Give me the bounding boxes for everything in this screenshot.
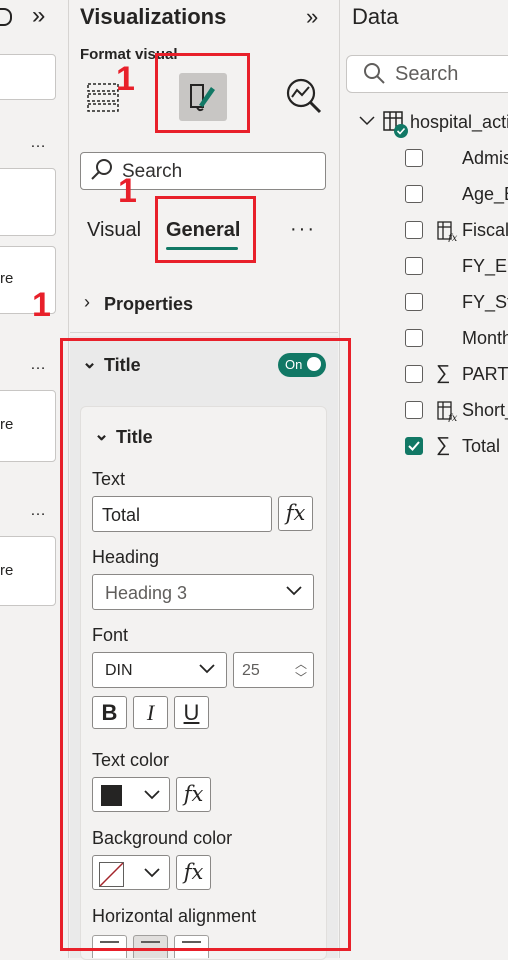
more-options-icon[interactable]: ··· [290, 218, 316, 241]
annotation-highlight-box [155, 196, 256, 263]
field-checkbox-checked[interactable] [405, 437, 423, 455]
divider [70, 332, 338, 333]
data-pane [340, 0, 508, 958]
field-name[interactable]: FY_En [462, 256, 508, 277]
field-name[interactable]: PARTY [462, 364, 508, 385]
field-name[interactable]: Total [462, 436, 500, 457]
eye-icon[interactable] [0, 8, 12, 26]
field-checkbox[interactable] [405, 149, 423, 167]
field-name[interactable]: FY_Sta [462, 292, 508, 313]
more-options-icon[interactable]: … [30, 134, 47, 152]
field-checkbox[interactable] [405, 365, 423, 383]
annotation-number: 1 [118, 172, 137, 210]
analytics-magnifier-icon[interactable] [280, 72, 328, 120]
properties-label: Properties [104, 294, 194, 314]
expand-chevron-icon[interactable]: » [32, 2, 45, 30]
filter-card[interactable] [0, 168, 56, 236]
field-name[interactable]: Admis [462, 148, 508, 169]
annotation-highlight-box [155, 53, 250, 133]
field-checkbox[interactable] [405, 329, 423, 347]
field-checkbox[interactable] [405, 401, 423, 419]
pane-title: Data [352, 4, 399, 29]
field-checkbox[interactable] [405, 221, 423, 239]
table-name[interactable]: hospital_acti [410, 112, 508, 133]
field-name[interactable]: Month [462, 328, 508, 349]
field-name[interactable]: Short_ [462, 400, 508, 421]
search-icon [90, 158, 114, 187]
field-checkbox[interactable] [405, 293, 423, 311]
tab-visual[interactable]: Visual [87, 219, 141, 242]
calculated-column-icon: fx [436, 400, 458, 424]
table-icon [382, 110, 410, 145]
annotation-number: 1 [116, 60, 135, 98]
search-placeholder: Search [395, 63, 459, 85]
filter-search-box[interactable] [0, 54, 56, 100]
more-options-icon[interactable]: … [30, 356, 47, 374]
more-options-icon[interactable]: … [30, 502, 47, 520]
field-checkbox[interactable] [405, 257, 423, 275]
collapse-chevron-icon[interactable]: » [306, 4, 318, 30]
calculated-column-icon: fx [436, 220, 458, 244]
sigma-icon: ∑ [436, 434, 451, 456]
pane-title: Visualizations [80, 4, 227, 29]
chevron-down-icon[interactable] [358, 114, 376, 133]
annotation-highlight-box [60, 338, 351, 951]
svg-text:fx: fx [447, 233, 458, 242]
svg-text:fx: fx [447, 413, 458, 422]
field-name[interactable]: Age_B [462, 184, 508, 205]
search-icon [362, 61, 386, 90]
filters-pane-collapsed: » … re … re … re [0, 0, 69, 958]
annotation-number: 1 [32, 286, 51, 324]
filter-card-text: re [0, 270, 14, 287]
field-checkbox[interactable] [405, 185, 423, 203]
field-name[interactable]: Fiscal [462, 220, 508, 241]
filter-card-text: re [0, 562, 14, 579]
filter-card-text: re [0, 416, 14, 433]
chevron-right-icon: › [84, 292, 90, 312]
sigma-icon: ∑ [436, 362, 451, 384]
search-input[interactable] [80, 152, 326, 190]
